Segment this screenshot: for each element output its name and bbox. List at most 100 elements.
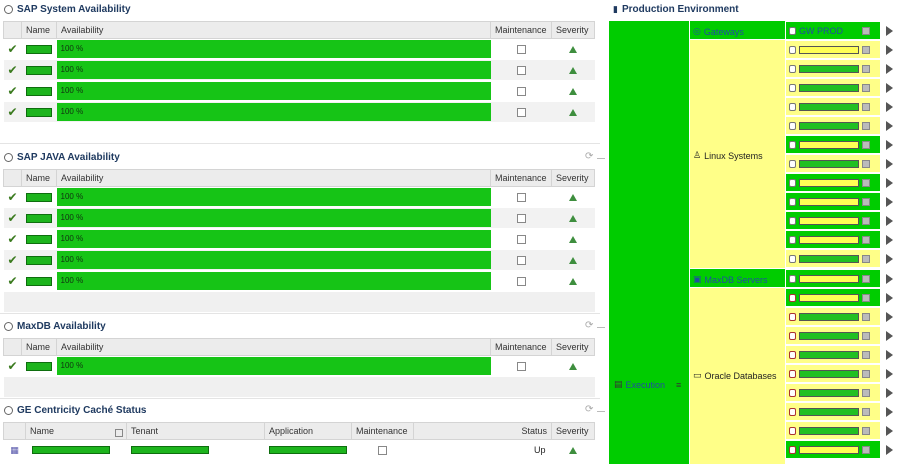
expand-arrow-icon[interactable]	[886, 178, 893, 188]
linux-host-row[interactable]	[786, 250, 880, 267]
expand-arrow-icon[interactable]	[886, 254, 893, 264]
oracle-db-row[interactable]	[786, 384, 880, 401]
expand-arrow-icon[interactable]	[886, 407, 893, 417]
col-severity-header[interactable]: Severity	[551, 422, 595, 440]
menu-icon[interactable]	[862, 331, 870, 340]
refresh-icon[interactable]: ⟳	[585, 404, 593, 415]
menu-icon[interactable]	[862, 197, 870, 206]
menu-icon[interactable]	[862, 274, 870, 283]
col-application-header[interactable]: Application	[264, 422, 352, 440]
maintenance-checkbox[interactable]	[516, 213, 526, 223]
menu-icon[interactable]	[862, 45, 870, 54]
expand-arrow-icon[interactable]	[886, 293, 893, 303]
table-row[interactable]: ✔ 100 %	[3, 80, 595, 102]
menu-icon[interactable]	[862, 407, 870, 416]
expand-arrow-icon[interactable]	[886, 235, 893, 245]
col-name-header[interactable]: Name	[21, 21, 57, 39]
expand-arrow-icon[interactable]	[886, 388, 893, 398]
filter-icon[interactable]	[115, 428, 123, 437]
menu-icon[interactable]	[862, 426, 870, 435]
linux-node[interactable]: ♙ Linux Systems	[693, 150, 763, 161]
col-severity-header[interactable]: Severity	[551, 21, 595, 39]
maintenance-checkbox[interactable]	[516, 44, 526, 54]
oracle-db-row[interactable]	[786, 308, 880, 325]
table-row[interactable]: ✔ 100 %	[3, 270, 595, 292]
menu-icon[interactable]: ≡	[676, 380, 681, 390]
maintenance-checkbox[interactable]	[516, 361, 526, 371]
col-maintenance-header[interactable]: Maintenance	[490, 21, 552, 39]
maintenance-checkbox[interactable]	[516, 192, 526, 202]
menu-icon[interactable]	[862, 121, 870, 130]
table-row[interactable]: ✔ 100 %	[3, 355, 595, 377]
col-severity-header[interactable]: Severity	[551, 338, 595, 356]
col-name-header[interactable]: Name	[21, 338, 57, 356]
expand-arrow-icon[interactable]	[886, 369, 893, 379]
table-row[interactable]: ✔ 100 %	[3, 101, 595, 123]
maintenance-checkbox[interactable]	[516, 65, 526, 75]
maintenance-checkbox[interactable]	[516, 276, 526, 286]
expand-arrow-icon[interactable]	[886, 445, 893, 455]
table-row[interactable]: ✔ 100 %	[3, 249, 595, 271]
oracle-db-row[interactable]	[786, 441, 880, 458]
col-severity-header[interactable]: Severity	[551, 169, 595, 187]
linux-host-row[interactable]	[786, 60, 880, 77]
col-name-header[interactable]: Name	[21, 169, 57, 187]
collapse-icon[interactable]	[597, 158, 605, 159]
col-maintenance-header[interactable]: Maintenance	[490, 169, 552, 187]
linux-host-row[interactable]	[786, 117, 880, 134]
expand-arrow-icon[interactable]	[886, 121, 893, 131]
menu-icon[interactable]	[862, 178, 870, 187]
linux-host-row[interactable]	[786, 174, 880, 191]
linux-host-row[interactable]	[786, 79, 880, 96]
refresh-icon[interactable]: ⟳	[585, 151, 593, 162]
oracle-db-row[interactable]	[786, 403, 880, 420]
linux-host-row[interactable]	[786, 193, 880, 210]
expand-arrow-icon[interactable]	[886, 159, 893, 169]
menu-icon[interactable]	[862, 445, 870, 454]
gw-prod-row[interactable]: GW PROD	[786, 22, 880, 39]
execution-node[interactable]: ▤ Execution ≡	[614, 379, 681, 390]
menu-icon[interactable]	[862, 26, 870, 35]
menu-icon[interactable]	[862, 254, 870, 263]
oracle-db-row[interactable]	[786, 327, 880, 344]
table-row[interactable]: ✔ 100 %	[3, 38, 595, 60]
expand-arrow-icon[interactable]	[886, 45, 893, 55]
linux-host-row[interactable]	[786, 41, 880, 58]
expand-arrow-icon[interactable]	[886, 64, 893, 74]
table-row[interactable]: ✔ 100 %	[3, 207, 595, 229]
collapse-icon[interactable]	[597, 411, 605, 412]
table-row[interactable]: ✔ 100 %	[3, 228, 595, 250]
refresh-icon[interactable]: ⟳	[585, 320, 593, 331]
menu-icon[interactable]	[862, 64, 870, 73]
gateways-node[interactable]: ◎ Gateways	[693, 26, 744, 37]
expand-arrow-icon[interactable]	[886, 331, 893, 341]
col-availability-header[interactable]: Availability	[56, 169, 491, 187]
maxdb-servers-node[interactable]: ▣ MaxDB Servers	[693, 274, 768, 285]
maintenance-checkbox[interactable]	[516, 86, 526, 96]
expand-arrow-icon[interactable]	[886, 197, 893, 207]
linux-host-row[interactable]	[786, 98, 880, 115]
col-maintenance-header[interactable]: Maintenance	[490, 338, 552, 356]
maintenance-checkbox[interactable]	[516, 107, 526, 117]
expand-arrow-icon[interactable]	[886, 102, 893, 112]
expand-arrow-icon[interactable]	[886, 140, 893, 150]
oracle-db-row[interactable]	[786, 289, 880, 306]
expand-arrow-icon[interactable]	[886, 83, 893, 93]
maxdb-host-row[interactable]	[786, 270, 880, 287]
maintenance-checkbox[interactable]	[516, 234, 526, 244]
expand-arrow-icon[interactable]	[886, 426, 893, 436]
menu-icon[interactable]	[862, 312, 870, 321]
linux-host-row[interactable]	[786, 212, 880, 229]
col-status-header[interactable]: Status	[413, 422, 552, 440]
maintenance-checkbox[interactable]	[516, 255, 526, 265]
oracle-db-row[interactable]	[786, 422, 880, 439]
expand-arrow-icon[interactable]	[886, 350, 893, 360]
execution-block[interactable]	[609, 21, 689, 464]
menu-icon[interactable]	[862, 140, 870, 149]
col-availability-header[interactable]: Availability	[56, 21, 491, 39]
linux-host-row[interactable]	[786, 136, 880, 153]
menu-icon[interactable]	[862, 350, 870, 359]
menu-icon[interactable]	[862, 159, 870, 168]
expand-arrow-icon[interactable]	[886, 312, 893, 322]
menu-icon[interactable]	[862, 83, 870, 92]
